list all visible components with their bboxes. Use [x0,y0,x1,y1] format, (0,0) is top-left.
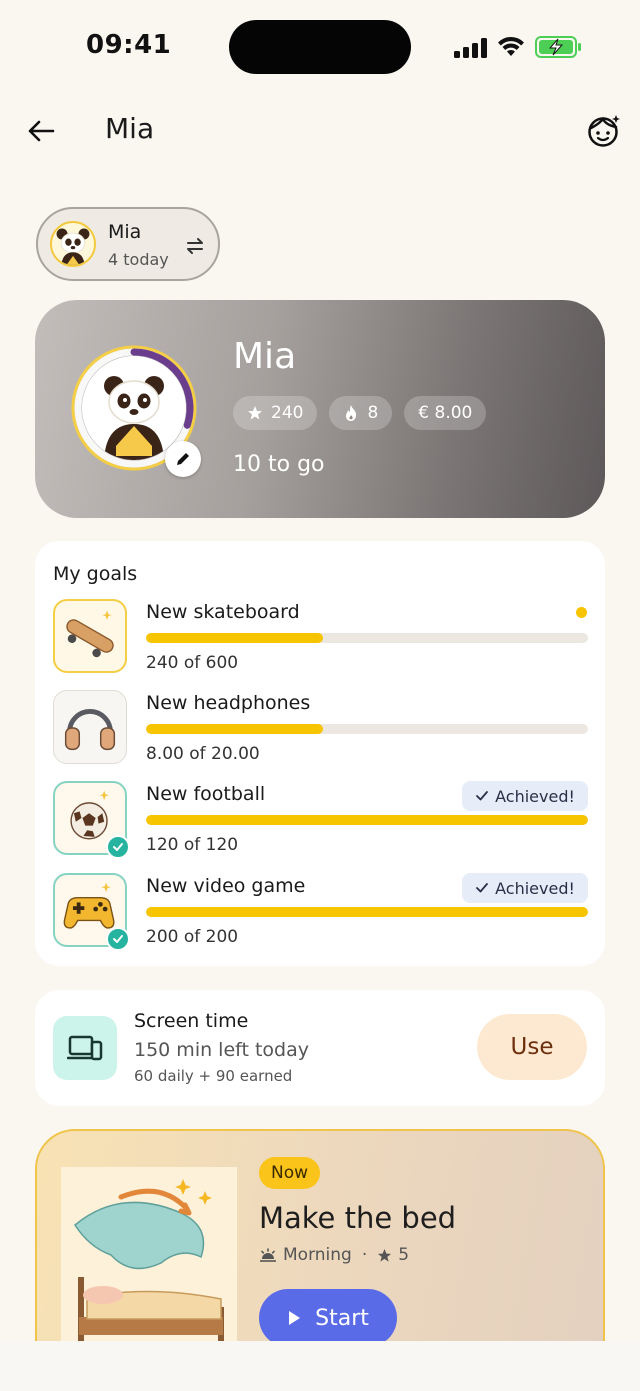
achieved-check-icon [106,927,130,951]
screen-time-breakdown: 60 daily + 90 earned [134,1067,293,1085]
goal-value: 200 of 200 [146,927,239,947]
back-button[interactable] [24,114,58,148]
pencil-icon [177,453,189,465]
battery-icon [535,36,581,58]
goal-progress-bar [146,815,588,825]
goal-name: New football [146,783,266,805]
goal-name: New video game [146,875,306,897]
goal-row[interactable]: New headphones 8.00 of 20.00 [35,690,605,770]
achieved-check-icon [106,835,130,859]
achieved-label: Achieved! [495,878,575,898]
goal-progress-bar [146,633,588,643]
star-icon [248,406,262,420]
child-face-icon[interactable] [586,113,622,149]
achieved-badge: Achieved! [462,873,588,903]
star-icon [378,1248,392,1262]
checkmark-icon [476,883,489,893]
dynamic-island [229,20,411,74]
use-screen-time-button[interactable]: Use [477,1014,587,1080]
goals-title: My goals [53,563,138,585]
checkmark-icon [476,791,489,801]
panda-icon [56,228,90,265]
goal-value: 240 of 600 [146,653,239,673]
task-stars: 5 [398,1245,410,1265]
flame-icon [346,405,357,421]
achieved-badge: Achieved! [462,781,588,811]
profile-switch-button[interactable]: Mia 4 today [36,207,220,281]
edit-avatar-button[interactable] [165,441,201,477]
goal-name: New headphones [146,692,311,714]
screen-time-left: 150 min left today [134,1039,310,1061]
arrow-left-icon [28,120,55,142]
profile-today-count: 4 today [108,250,169,269]
screen-time-title: Screen time [134,1010,249,1032]
wifi-icon [498,36,524,56]
bottom-safe-area [0,1341,640,1391]
status-time: 09:41 [86,30,172,60]
profile-name: Mia [108,221,142,243]
start-label: Start [315,1305,369,1331]
goal-value: 120 of 120 [146,835,239,855]
achieved-label: Achieved! [495,786,575,806]
bed-illustration [61,1167,237,1367]
streak-value: 8 [367,403,379,423]
now-badge: Now [259,1157,321,1189]
sunrise-icon [260,1248,276,1262]
goal-value: 8.00 of 20.00 [146,744,260,764]
goal-name: New skateboard [146,601,300,623]
play-icon [289,1311,301,1325]
page-title: Mia [105,112,155,145]
task-meta: Morning · 5 [259,1245,409,1265]
task-time: Morning [283,1245,352,1265]
profile-hero-card: Mia 240 8 € 8.00 10 to go [35,300,605,518]
new-indicator-dot [576,607,587,618]
cellular-signal-icon [454,38,487,58]
task-title: Make the bed [259,1201,457,1235]
stat-chips: 240 8 € 8.00 [233,396,487,430]
skateboard-icon [53,599,127,673]
goals-card: My goals New skateboard 240 of 600 New h… [35,541,605,966]
stars-chip: 240 [233,396,318,430]
screen-time-card: Screen time 150 min left today 60 daily … [35,990,605,1106]
goal-row[interactable]: New video game Achieved! 200 of 200 [35,873,605,953]
money-value: € 8.00 [418,403,473,423]
goal-progress-bar [146,724,588,734]
goal-row[interactable]: New skateboard 240 of 600 [35,599,605,679]
panda-avatar [50,221,96,267]
goal-progress-bar [146,907,588,917]
goal-row[interactable]: New football Achieved! 120 of 120 [35,781,605,861]
money-chip: € 8.00 [404,396,487,430]
status-bar: 09:41 [0,0,640,96]
streak-chip: 8 [329,396,393,430]
stars-value: 240 [271,403,304,423]
to-go-label: 10 to go [233,452,325,477]
devices-icon [53,1016,117,1080]
headphones-icon [53,690,127,764]
hero-name: Mia [233,336,297,377]
start-task-button[interactable]: Start [259,1289,397,1347]
meta-separator: · [361,1245,368,1265]
swap-icon [187,238,203,254]
